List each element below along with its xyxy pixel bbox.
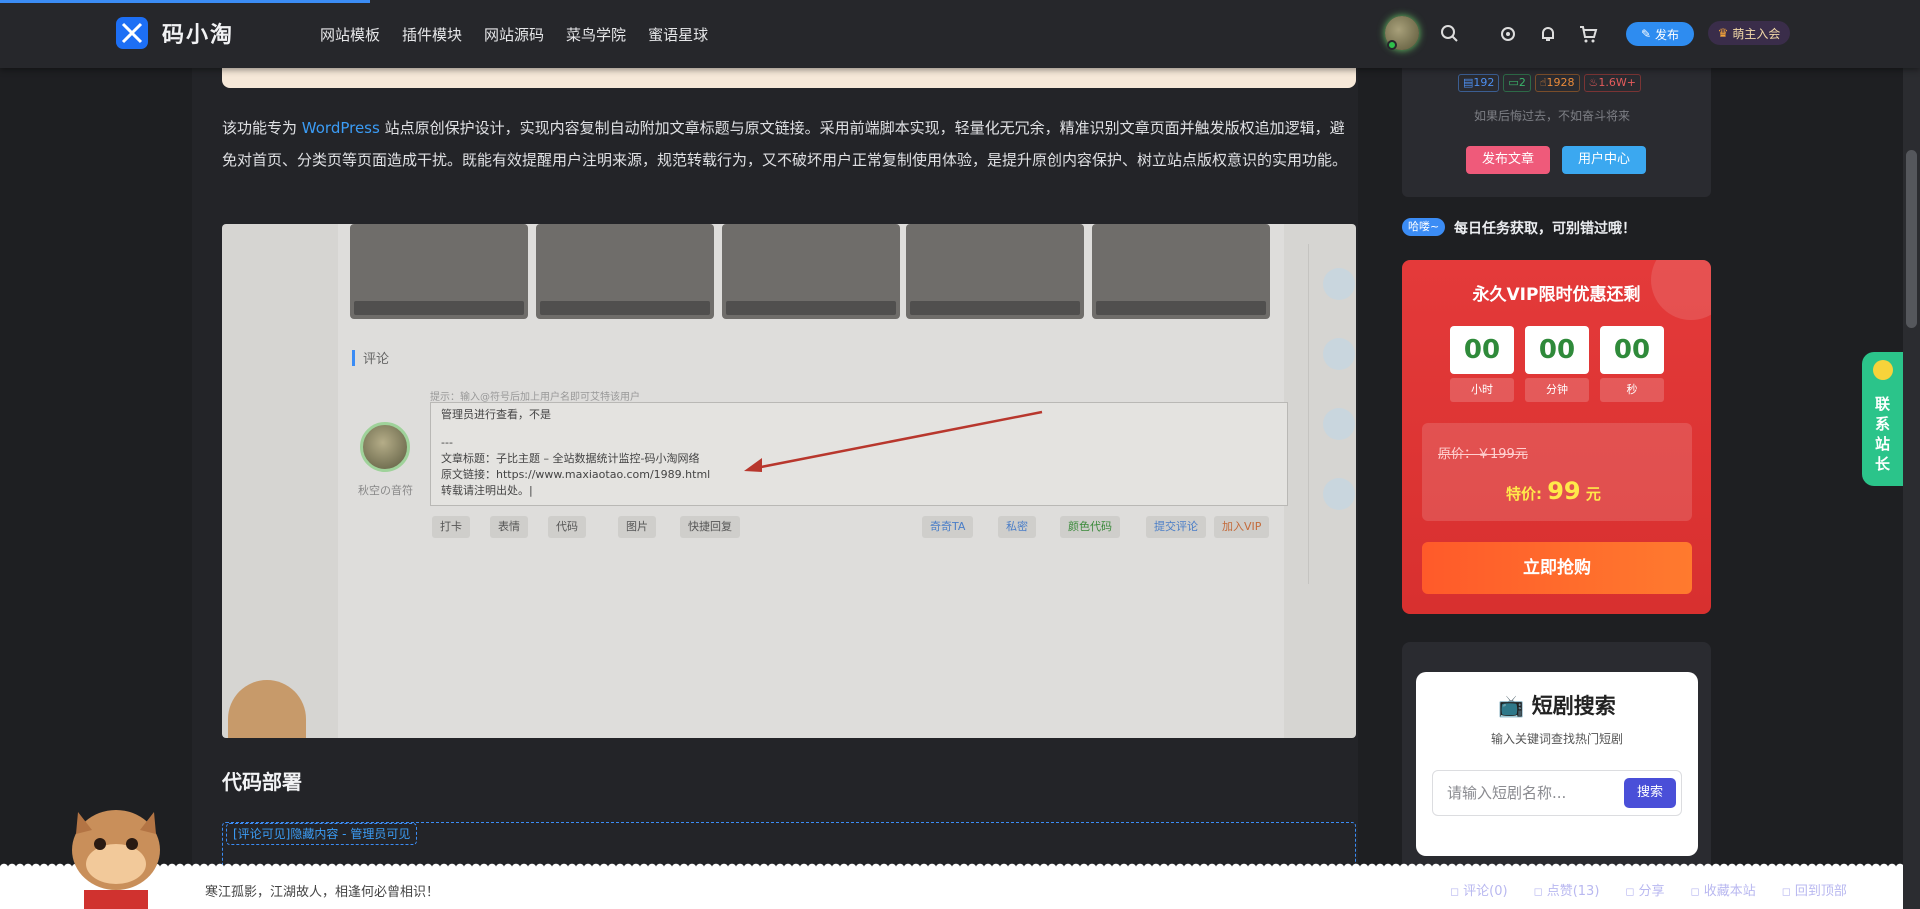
- screenshot-tool: 表情: [490, 516, 528, 538]
- daily-badge: 哈喽~: [1402, 218, 1446, 236]
- wordpress-link[interactable]: WordPress: [302, 119, 380, 137]
- publish-label: 发布: [1655, 27, 1680, 42]
- screenshot-hint: 提示：输入@符号后加上用户名即可艾特该用户: [430, 392, 640, 403]
- author-motto: 如果后悔过去，不如奋斗将来: [1474, 109, 1631, 123]
- screenshot-tool: 图片: [618, 516, 656, 538]
- footer-bar: 寒江孤影，江湖故人，相逢何必曾相识！ 评论(0) 点赞(13) 分享 收藏本站 …: [0, 862, 1903, 909]
- online-status-dot: [1387, 40, 1397, 50]
- footer-bookmark-link[interactable]: 收藏本站: [1691, 880, 1756, 899]
- user-center-button[interactable]: 用户中心: [1562, 146, 1646, 174]
- comment-icon: ▭: [1508, 76, 1519, 89]
- author-stats: ▤192 ▭2 ☝1928 ♨1.6W+: [1458, 74, 1641, 92]
- pen-icon: ✎: [1640, 27, 1652, 41]
- vip-join-label: 萌主入会: [1732, 26, 1781, 41]
- nav-item-planet[interactable]: 蜜语星球: [648, 24, 708, 45]
- likes-count: ☝1928: [1534, 74, 1580, 92]
- screenshot-action: 加入VIP: [1214, 516, 1270, 538]
- countdown-minutes: 00 分钟: [1525, 326, 1589, 402]
- hidden-content-tag: [评论可见]隐藏内容 - 管理员可见: [226, 823, 418, 845]
- comments-count: ▭2: [1503, 74, 1531, 92]
- buy-now-button[interactable]: 立即抢购: [1422, 542, 1692, 594]
- paragraph-text-rest: 站点原创保护设计，实现内容复制自动附加文章标题与原文链接。采用前端脚本实现，轻量…: [222, 119, 1348, 169]
- screenshot-card: [1092, 224, 1270, 319]
- smile-icon: [1873, 360, 1893, 380]
- scrollbar[interactable]: [1903, 0, 1920, 909]
- paragraph-text-start: 该功能专为: [222, 119, 302, 137]
- drama-search-button[interactable]: 搜索: [1624, 778, 1676, 808]
- scrollbar-thumb[interactable]: [1906, 150, 1917, 328]
- screenshot-action: 私密: [998, 516, 1036, 538]
- views-count: ♨1.6W+: [1583, 74, 1641, 92]
- screenshot-action: 奇奇TA: [922, 516, 974, 538]
- main-nav: 网站模板 插件模块 网站源码 菜鸟学院 蜜语星球: [320, 24, 708, 45]
- nav-item-source[interactable]: 网站源码: [484, 24, 544, 45]
- screenshot-tool: 快捷回复: [680, 516, 740, 538]
- sale-price: 特价: 99 元: [1506, 477, 1601, 505]
- article-screenshot-image[interactable]: 评论 提示：输入@符号后加上用户名即可艾特该用户 秋空の音符 管理员进行查看，不…: [222, 224, 1356, 738]
- footer-comment-link[interactable]: 评论(0): [1450, 880, 1507, 899]
- screenshot-card: [536, 224, 714, 319]
- screenshot-tool: 打卡: [432, 516, 470, 538]
- screenshot-tool: 代码: [548, 516, 586, 538]
- section-heading: 代码部署: [214, 762, 302, 795]
- drama-search-title: 📺 短剧搜索: [1498, 694, 1616, 718]
- tv-icon: 📺: [1498, 694, 1525, 718]
- footer-share-link[interactable]: 分享: [1625, 880, 1665, 899]
- posts-count: ▤192: [1458, 74, 1500, 92]
- logo-icon: [116, 17, 148, 49]
- screenshot-section-title: 评论: [352, 348, 389, 367]
- contact-admin-label: 联系站长: [1875, 395, 1891, 473]
- site-brand-name: 码小淘: [162, 23, 235, 48]
- countdown-hours: 00 小时: [1450, 326, 1514, 402]
- screenshot-side-avatars: [1308, 244, 1356, 584]
- nav-item-templates[interactable]: 网站模板: [320, 24, 380, 45]
- publish-article-button[interactable]: 发布文章: [1466, 146, 1550, 174]
- theme-toggle-icon[interactable]: [1498, 24, 1518, 44]
- vip-join-button[interactable]: ♛ 萌主入会: [1708, 21, 1790, 45]
- reading-progress-bar: [0, 0, 370, 3]
- footer-slogan: 寒江孤影，江湖故人，相逢何必曾相识！: [205, 885, 440, 900]
- screenshot-action: 提交评论: [1146, 516, 1206, 538]
- article-paragraph: 该功能专为 WordPress 站点原创保护设计，实现内容复制自动附加文章标题与…: [222, 112, 1356, 176]
- publish-button[interactable]: ✎ 发布: [1626, 22, 1694, 46]
- price-box: 原价：￥199元 特价: 99 元: [1422, 423, 1692, 521]
- user-avatar[interactable]: [1385, 16, 1419, 50]
- nav-item-plugins[interactable]: 插件模块: [402, 24, 462, 45]
- footer-like-link[interactable]: 点赞(13): [1534, 880, 1600, 899]
- mascot-image: [228, 680, 306, 738]
- countdown-seconds: 00 秒: [1600, 326, 1664, 402]
- screenshot-card: [350, 224, 528, 319]
- nav-item-academy[interactable]: 菜鸟学院: [566, 24, 626, 45]
- search-icon[interactable]: [1440, 24, 1460, 44]
- screenshot-avatar: [360, 422, 410, 472]
- fire-icon: ♨: [1588, 76, 1599, 89]
- vip-offer-card: 永久VIP限时优惠还剩 00 小时 00 分钟 00 秒 原价：￥199元 特价: 9…: [1402, 260, 1711, 614]
- doc-icon: ▤: [1463, 76, 1474, 89]
- horse-mascot-icon: [72, 810, 160, 909]
- red-arrow-icon: [744, 410, 1043, 472]
- site-logo[interactable]: 码小淘: [116, 17, 234, 49]
- vip-offer-title: 永久VIP限时优惠还剩: [1472, 285, 1641, 305]
- screenshot-card: [906, 224, 1084, 319]
- crown-icon: ♛: [1717, 26, 1729, 40]
- drama-search-subtitle: 输入关键词查找热门短剧: [1490, 732, 1623, 746]
- original-price: 原价：￥199元: [1438, 447, 1528, 462]
- bell-icon[interactable]: [1538, 24, 1558, 44]
- footer-actions: 评论(0) 点赞(13) 分享 收藏本站 回到顶部: [1450, 880, 1847, 899]
- footer-back-to-top-link[interactable]: 回到顶部: [1782, 880, 1847, 899]
- site-header: 码小淘 网站模板 插件模块 网站源码 菜鸟学院 蜜语星球 ✎ 发布 ♛ 萌主入会: [0, 0, 1920, 68]
- daily-task-text[interactable]: 每日任务获取，可别错过哦！: [1454, 218, 1636, 238]
- screenshot-action: 颜色代码: [1060, 516, 1120, 538]
- screenshot-user-name: 秋空の音符: [358, 484, 413, 497]
- thumb-icon: ☝: [1539, 76, 1547, 89]
- cart-icon[interactable]: [1578, 24, 1598, 44]
- contact-admin-button[interactable]: 联系站长: [1862, 352, 1904, 486]
- screenshot-card: [722, 224, 900, 319]
